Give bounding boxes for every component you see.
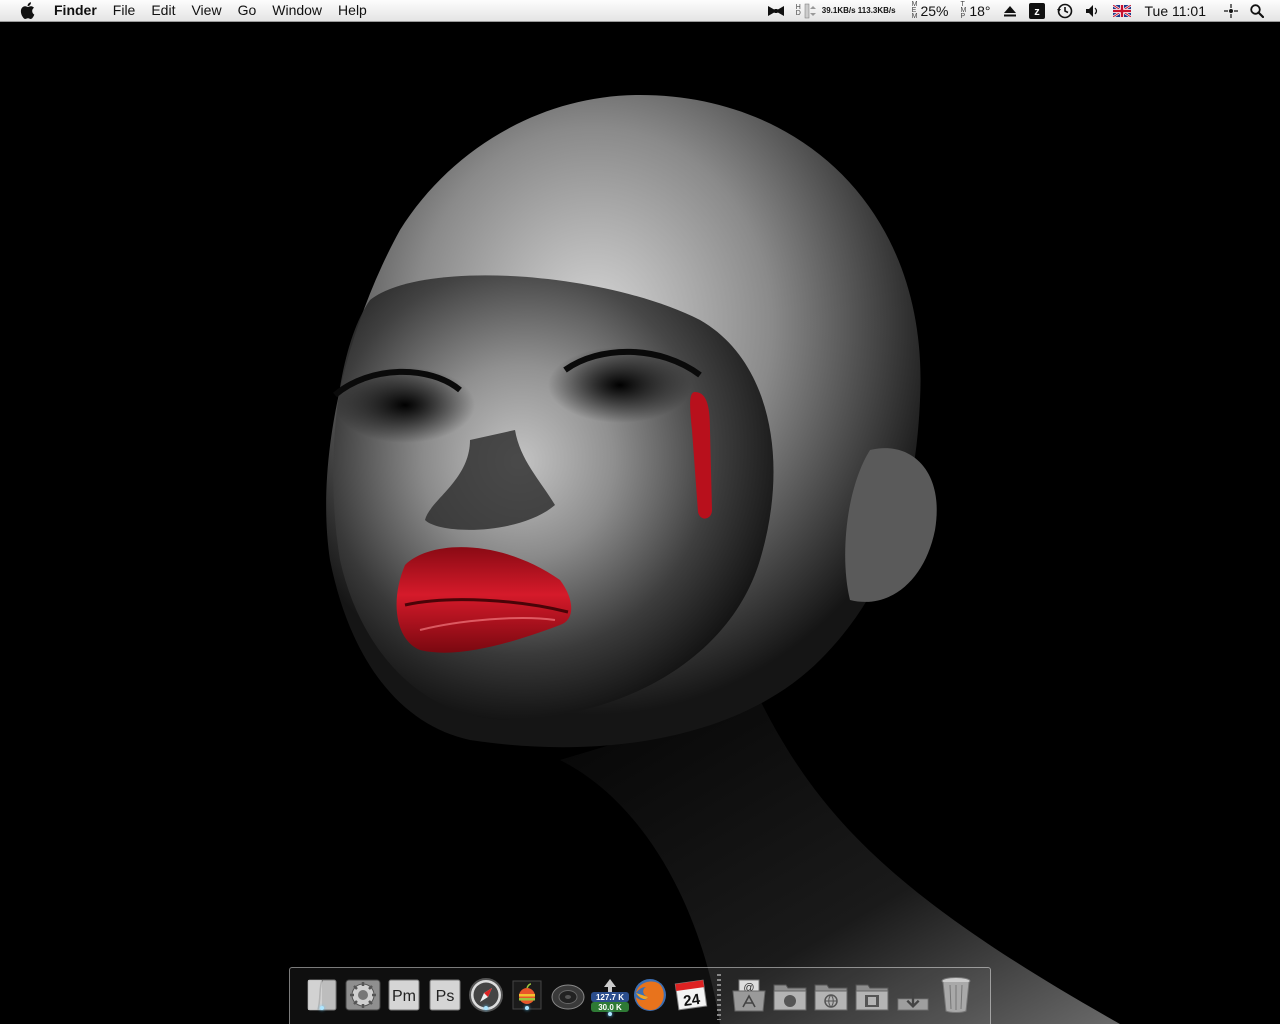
net-upload-speed: 39.1KB/s: [821, 6, 856, 15]
disk-activity-icon: [804, 3, 816, 18]
dock-applications-folder[interactable]: [772, 976, 808, 1014]
dock-movies-folder[interactable]: [854, 976, 890, 1014]
dock-calendar[interactable]: 24: [673, 976, 709, 1014]
eject-extra[interactable]: [997, 0, 1023, 21]
ps-label: Ps: [436, 988, 455, 1005]
menu-clock[interactable]: Tue 11:01: [1137, 0, 1219, 21]
sleep-icon: z: [1028, 2, 1045, 19]
menu-file[interactable]: File: [105, 0, 144, 21]
memory-value: 25%: [920, 2, 949, 19]
menu-window[interactable]: Window: [264, 0, 330, 21]
firefox-icon: [634, 979, 666, 1011]
download-icon: [897, 991, 929, 1011]
dock-mail-folder[interactable]: @: [731, 976, 767, 1014]
svg-text:z: z: [1034, 6, 1040, 18]
film-folder-icon: [855, 984, 889, 1011]
menu-help[interactable]: Help: [330, 0, 375, 21]
menu-app-finder[interactable]: Finder: [54, 0, 105, 21]
dock-sites-folder[interactable]: [813, 976, 849, 1014]
dock-safari[interactable]: [468, 976, 504, 1014]
bowtie-icon: [767, 5, 784, 16]
dock-network-meter[interactable]: 127.7 K 30.0 K: [590, 976, 630, 1016]
trash-icon: [941, 977, 971, 1013]
pm-label: Pm: [392, 988, 416, 1005]
dock-firefox[interactable]: [632, 976, 668, 1014]
meter-down-value: 30.0 K: [598, 1003, 622, 1012]
calendar-day: 24: [682, 991, 702, 1010]
network-extra[interactable]: HD 39.1KB/s 113.3KB/s: [790, 0, 906, 21]
speaker-icon: [551, 984, 585, 1010]
running-indicator: [320, 1006, 324, 1010]
pm-icon: Pm: [388, 979, 420, 1011]
network-meter-icon: 127.7 K 30.0 K: [591, 979, 629, 1012]
mail-folder-icon: @: [732, 979, 766, 1012]
dock-finder[interactable]: [304, 976, 340, 1014]
network-crosshair-icon: [1224, 3, 1238, 18]
apple-icon: [20, 2, 34, 19]
running-indicator: [525, 1006, 529, 1010]
input-source-extra[interactable]: [1107, 0, 1137, 21]
desktop-wallpaper: [0, 0, 1280, 1024]
search-icon: [1250, 3, 1264, 18]
bowtie-extra[interactable]: [762, 0, 790, 21]
dock-speaker[interactable]: [550, 976, 586, 1014]
running-indicator: [484, 1006, 488, 1010]
hd-label: HD: [795, 3, 801, 17]
eject-icon: [1003, 5, 1016, 16]
network-status-extra[interactable]: [1218, 0, 1244, 21]
dock-pm[interactable]: Pm: [386, 976, 422, 1014]
apple-folder-icon: [773, 984, 807, 1011]
desktop[interactable]: Finder File Edit View Go Window Help HD: [0, 0, 1280, 1024]
menu-bar: Finder File Edit View Go Window Help HD: [0, 0, 1280, 22]
spotlight-button[interactable]: [1244, 0, 1270, 21]
time-machine-extra[interactable]: [1051, 0, 1079, 21]
photoshop-icon: Ps: [429, 979, 461, 1011]
globe-folder-icon: [814, 984, 848, 1011]
temperature-value: 18°: [969, 2, 991, 19]
dock-separator: [717, 974, 721, 1020]
temperature-extra[interactable]: TMP 18°: [954, 0, 996, 21]
mem-label: MEM: [911, 0, 918, 20]
dock: Pm Ps 127.7 K 30.0 K 24 @: [289, 967, 991, 1024]
dock-system-preferences[interactable]: [345, 976, 381, 1014]
apple-menu[interactable]: [0, 2, 54, 19]
sleep-extra[interactable]: z: [1023, 0, 1051, 21]
menu-edit[interactable]: Edit: [143, 0, 183, 21]
dock-downloads[interactable]: [895, 976, 931, 1014]
menu-view[interactable]: View: [183, 0, 229, 21]
net-download-speed: 113.3KB/s: [857, 6, 896, 15]
dock-apple-app[interactable]: [509, 976, 545, 1014]
volume-icon: [1085, 4, 1097, 17]
tmp-label: TMP: [960, 0, 967, 20]
meter-up-value: 127.7 K: [596, 993, 624, 1002]
uk-flag-icon: [1112, 4, 1131, 17]
memory-extra[interactable]: MEM 25%: [906, 0, 955, 21]
dock-photoshop[interactable]: Ps: [427, 976, 463, 1014]
running-indicator: [608, 1012, 612, 1016]
gear-icon: [345, 979, 381, 1011]
menu-go[interactable]: Go: [230, 0, 265, 21]
dock-trash[interactable]: [938, 976, 974, 1014]
volume-extra[interactable]: [1079, 0, 1107, 21]
time-machine-icon: [1056, 3, 1072, 18]
calendar-icon: 24: [674, 979, 708, 1011]
